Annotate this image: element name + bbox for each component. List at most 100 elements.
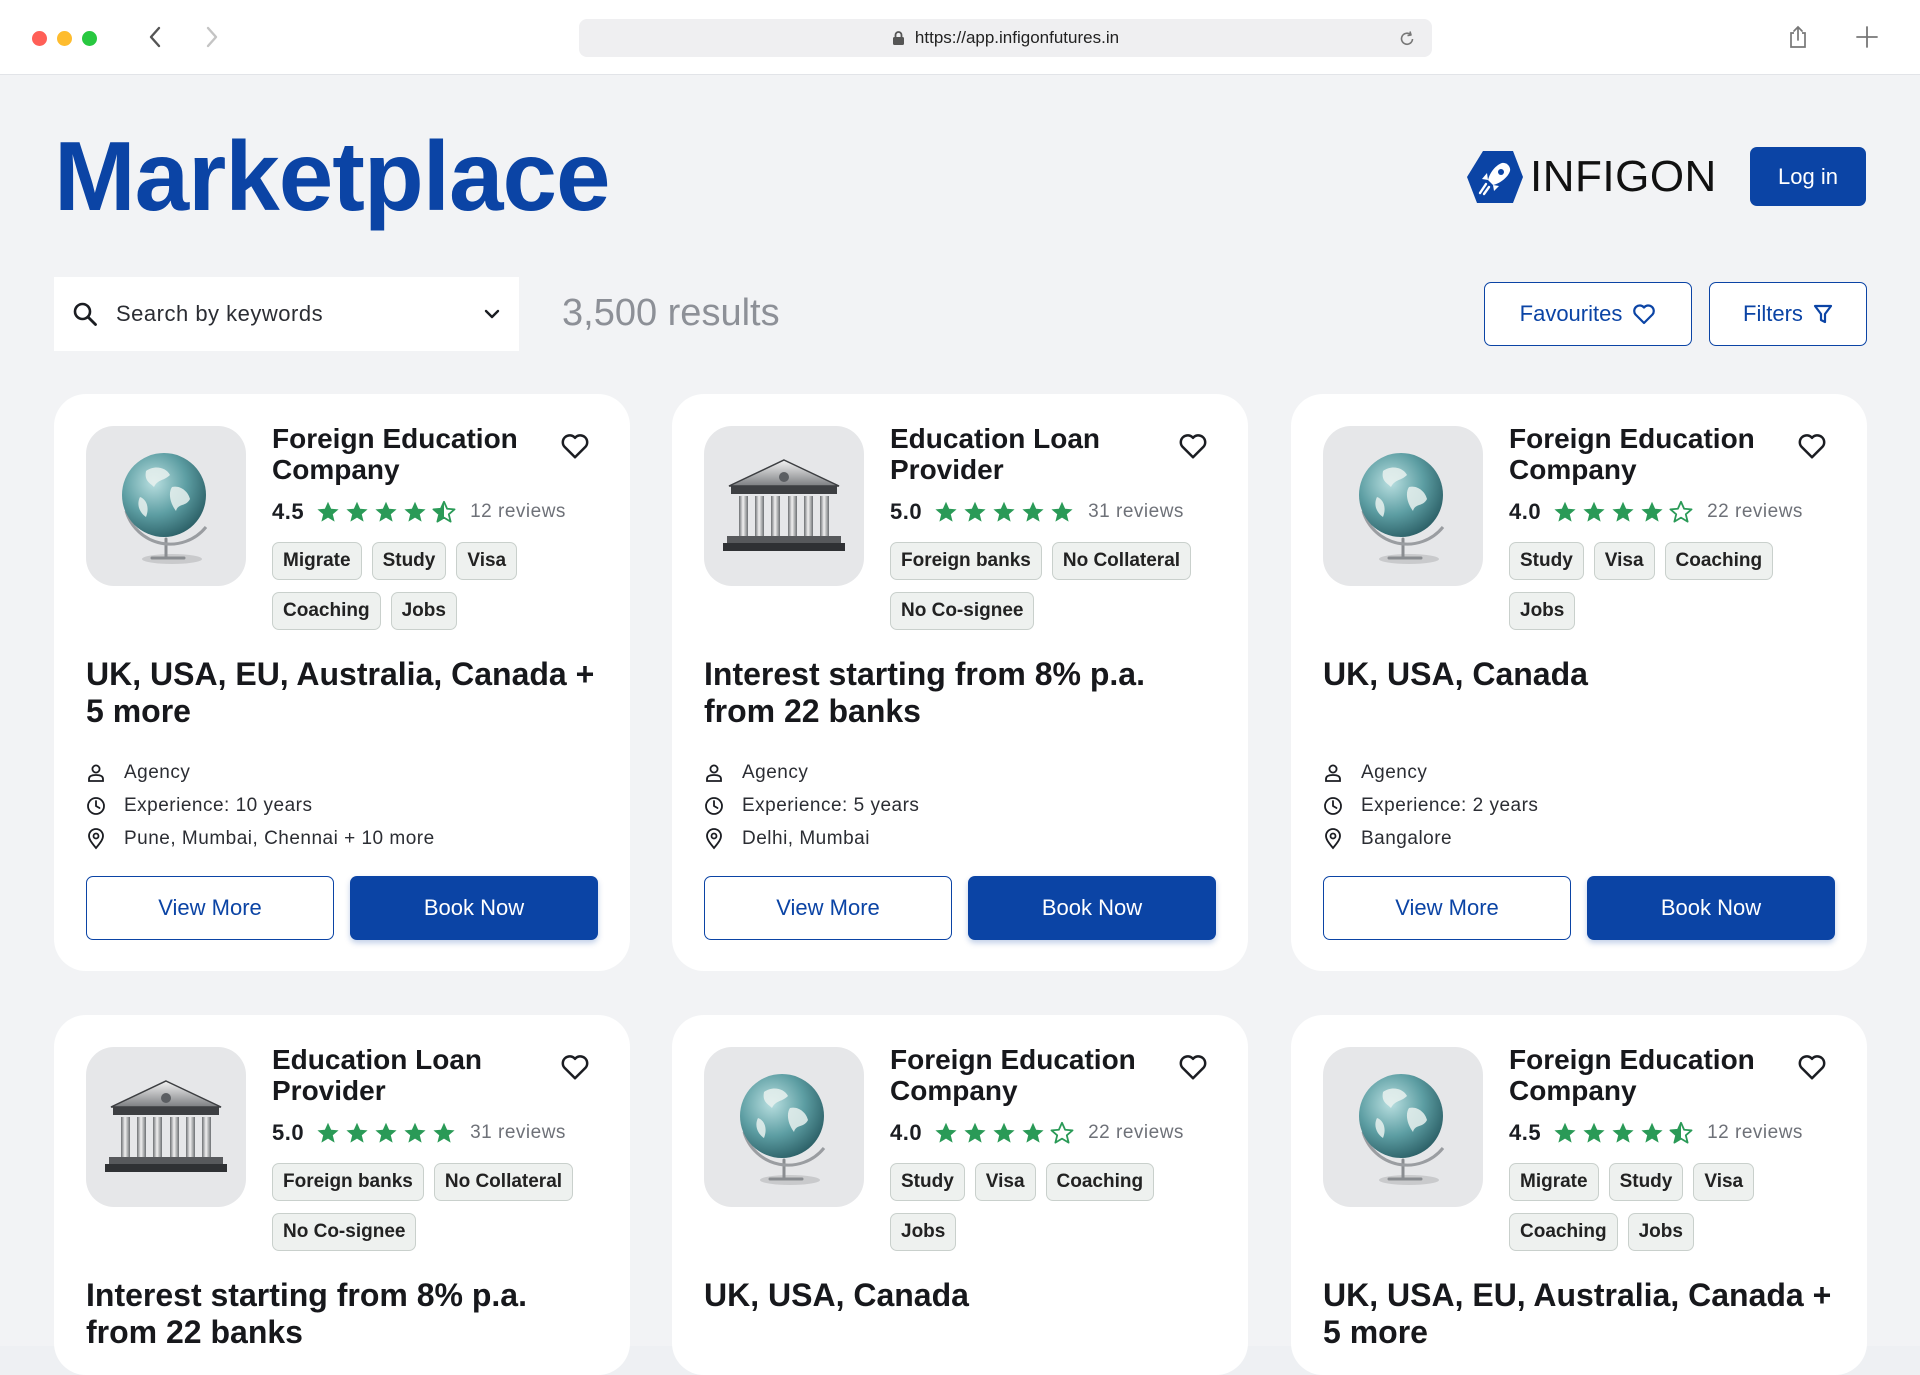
address-bar[interactable]: https://app.infigonfutures.in: [579, 19, 1432, 57]
category-tag: Study: [890, 1163, 965, 1201]
review-count[interactable]: 22 reviews: [1707, 501, 1803, 523]
rating-row: 4.5 12 reviews: [1509, 1120, 1803, 1145]
review-count[interactable]: 31 reviews: [1088, 501, 1184, 523]
chevron-left-icon: [149, 26, 161, 48]
tag-list: Foreign banks No Collateral No Co-signee: [890, 542, 1230, 630]
provider-card[interactable]: Foreign Education Company 4.0 22 reviews…: [1291, 394, 1867, 971]
agency-type: Agency: [124, 761, 191, 783]
filters-button[interactable]: Filters: [1709, 282, 1867, 346]
agency-row: Agency: [704, 756, 919, 789]
star-outline-icon: [1669, 500, 1693, 523]
star-filled-icon: [404, 501, 426, 522]
review-count[interactable]: 31 reviews: [470, 1122, 566, 1144]
provider-card[interactable]: Foreign Education Company 4.0 22 reviews…: [672, 1015, 1248, 1375]
experience-row: Experience: 5 years: [704, 789, 919, 822]
globe-icon: [740, 1074, 826, 1185]
provider-thumbnail: [1323, 1047, 1483, 1207]
star-filled-icon: [1554, 501, 1576, 522]
provider-card[interactable]: Education Loan Provider 5.0 31 reviews F…: [54, 1015, 630, 1375]
star-filled-icon: [935, 501, 957, 522]
brand-name: INFIGON: [1530, 152, 1717, 201]
star-filled-icon: [1022, 501, 1044, 522]
heart-icon[interactable]: [1178, 1053, 1208, 1081]
share-button[interactable]: [1783, 22, 1813, 52]
reload-icon[interactable]: [1398, 28, 1416, 48]
browser-chrome: https://app.infigonfutures.in: [0, 0, 1920, 75]
back-button[interactable]: [140, 22, 170, 52]
review-count[interactable]: 12 reviews: [470, 501, 566, 523]
favourites-label: Favourites: [1519, 301, 1623, 326]
heart-icon[interactable]: [1178, 432, 1208, 460]
star-filled-icon: [1554, 1122, 1576, 1143]
location-row: Delhi, Mumbai: [704, 822, 919, 855]
star-filled-icon: [346, 501, 368, 522]
share-icon: [1790, 25, 1806, 48]
provider-card[interactable]: Foreign Education Company 4.5 12 reviews…: [1291, 1015, 1867, 1375]
category-tag: Foreign banks: [272, 1163, 424, 1201]
star-half-icon: [1669, 1121, 1693, 1144]
heart-icon[interactable]: [560, 1053, 590, 1081]
star-filled-icon: [1641, 501, 1663, 522]
star-filled-icon: [1022, 1122, 1044, 1143]
search-input[interactable]: Search by keywords: [54, 277, 519, 351]
star-filled-icon: [993, 1122, 1015, 1143]
person-icon: [1325, 764, 1341, 782]
view-more-button[interactable]: View More: [1323, 876, 1571, 940]
provider-thumbnail: [1323, 426, 1483, 586]
star-rating: [1553, 500, 1693, 524]
category-tag: Jobs: [390, 592, 457, 630]
provider-card[interactable]: Foreign Education Company 4.5 12 reviews…: [54, 394, 630, 971]
provider-card[interactable]: Education Loan Provider 5.0 31 reviews F…: [672, 394, 1248, 971]
heart-icon[interactable]: [560, 432, 590, 460]
rating-row: 5.0 31 reviews: [890, 499, 1184, 524]
experience-text: Experience: 2 years: [1361, 794, 1539, 816]
book-now-button[interactable]: Book Now: [968, 876, 1216, 940]
heart-icon[interactable]: [1797, 432, 1827, 460]
book-now-button[interactable]: Book Now: [350, 876, 598, 940]
rating-value: 4.5: [1509, 1120, 1542, 1145]
lock-icon: [892, 31, 904, 45]
new-tab-button[interactable]: [1852, 22, 1882, 52]
category-tag: Migrate: [272, 542, 362, 580]
provider-thumbnail: [704, 426, 864, 586]
provider-thumbnail: [704, 1047, 864, 1207]
offer-headline: UK, USA, Canada: [704, 1277, 969, 1313]
provider-title: Foreign Education Company: [272, 423, 518, 485]
offer-headline: UK, USA, EU, Australia, Canada + 5 more: [1323, 1277, 1832, 1350]
clock-icon: [87, 796, 105, 815]
plus-icon: [1856, 26, 1878, 48]
rating-row: 4.0 22 reviews: [1509, 499, 1803, 524]
category-tag: Migrate: [1509, 1163, 1599, 1201]
login-button[interactable]: Log in: [1750, 147, 1866, 206]
view-more-button[interactable]: View More: [704, 876, 952, 940]
category-tag: Coaching: [1045, 1163, 1155, 1201]
review-count[interactable]: 12 reviews: [1707, 1122, 1803, 1144]
provider-details: Agency Experience: 5 years Delhi, Mumbai: [704, 756, 919, 855]
star-filled-icon: [993, 501, 1015, 522]
results-count: 3,500 results: [562, 292, 780, 334]
chevron-right-icon: [206, 26, 218, 48]
chevron-down-icon[interactable]: [483, 308, 501, 320]
minimize-window-button[interactable]: [57, 31, 72, 46]
star-filled-icon: [404, 1122, 426, 1143]
review-count[interactable]: 22 reviews: [1088, 1122, 1184, 1144]
view-more-button[interactable]: View More: [86, 876, 334, 940]
person-icon: [706, 764, 722, 782]
heart-icon[interactable]: [1797, 1053, 1827, 1081]
page-title: Marketplace: [54, 121, 611, 231]
close-window-button[interactable]: [32, 31, 47, 46]
zoom-window-button[interactable]: [82, 31, 97, 46]
category-tag: No Co-signee: [272, 1213, 417, 1251]
provider-title: Education Loan Provider: [890, 423, 1100, 485]
location-pin-icon: [1325, 827, 1341, 849]
star-filled-icon: [317, 1122, 339, 1143]
star-rating: [934, 500, 1074, 524]
star-filled-icon: [1051, 501, 1073, 522]
favourites-button[interactable]: Favourites: [1484, 282, 1692, 346]
rating-value: 4.5: [272, 499, 305, 524]
book-now-button[interactable]: Book Now: [1587, 876, 1835, 940]
offer-headline: Interest starting from 8% p.a. from 22 b…: [704, 656, 1145, 729]
provider-title: Foreign Education Company: [1509, 1044, 1755, 1106]
forward-button[interactable]: [197, 22, 227, 52]
tag-list: Study Visa Coaching Jobs: [1509, 542, 1849, 630]
